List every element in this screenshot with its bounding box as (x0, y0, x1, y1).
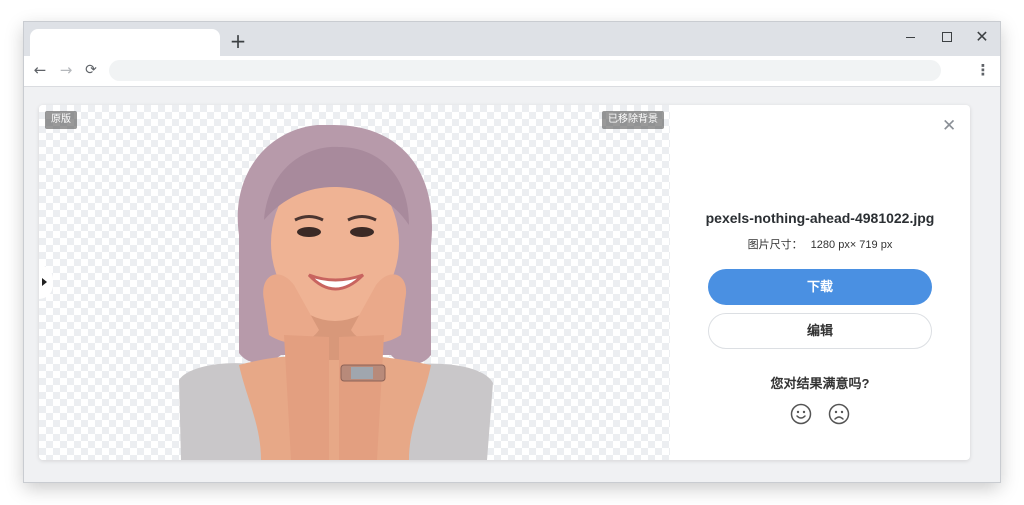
image-preview: 原版 已移除背景 (39, 105, 670, 460)
smile-face-icon[interactable] (790, 403, 812, 425)
minimize-button[interactable] (897, 26, 923, 50)
file-name: pexels-nothing-ahead-4981022.jpg (705, 210, 935, 226)
info-panel: ✕ pexels-nothing-ahead-4981022.jpg 图片尺寸：… (670, 105, 970, 460)
edit-button[interactable]: 编辑 (708, 313, 932, 349)
active-tab[interactable] (30, 29, 220, 56)
close-icon[interactable]: ✕ (942, 118, 956, 135)
result-card: 原版 已移除背景 ✕ pexels-nothing-ahead-4981022.… (39, 105, 970, 460)
cutout-portrait (179, 125, 493, 460)
satisfaction-question: 您对结果满意吗? (770, 376, 870, 391)
address-bar[interactable] (109, 60, 941, 81)
forward-icon[interactable]: → (55, 59, 77, 81)
triangle-right-icon[interactable] (39, 265, 53, 299)
back-icon[interactable]: ← (29, 59, 51, 81)
tab-strip: + ✕ (24, 22, 1000, 56)
background-removed-badge: 已移除背景 (602, 111, 664, 129)
image-dimensions: 图片尺寸： 1280 px× 719 px (670, 236, 970, 252)
page-content: 原版 已移除背景 ✕ pexels-nothing-ahead-4981022.… (24, 87, 1000, 482)
kebab-menu-icon[interactable]: ⋮ (974, 59, 992, 81)
browser-toolbar: ← → ⟳ ⋮ (24, 56, 1000, 87)
dimensions-value: 1280 px× 719 px (810, 239, 893, 251)
maximize-button[interactable] (933, 26, 959, 50)
download-button[interactable]: 下载 (708, 269, 932, 305)
browser-window: + ✕ ← → ⟳ ⋮ 原版 已移除背景 ✕ pexels-nothing-ah… (24, 22, 1000, 482)
original-badge: 原版 (45, 111, 77, 129)
sad-face-icon[interactable] (828, 403, 850, 425)
reload-icon[interactable]: ⟳ (80, 59, 102, 81)
new-tab-button[interactable]: + (229, 31, 247, 51)
dimensions-label: 图片尺寸： (747, 239, 803, 251)
close-window-button[interactable]: ✕ (969, 26, 995, 50)
